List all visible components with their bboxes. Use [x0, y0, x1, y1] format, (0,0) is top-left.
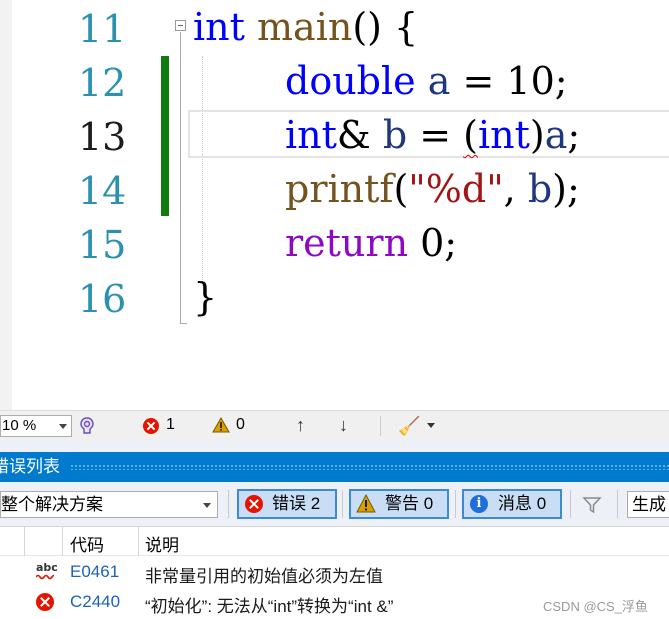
warnings-filter-button[interactable]: 警告 0	[349, 489, 449, 519]
error-squiggle[interactable]: (	[463, 113, 478, 157]
error-description: “初始化”: 无法从“int”转换为“int &”	[145, 597, 394, 616]
outline-line	[180, 32, 181, 324]
panel-title: 错误列表	[0, 457, 60, 476]
change-tracking-bar	[161, 56, 169, 216]
line-number: 15	[78, 223, 127, 267]
indent-guide	[202, 56, 203, 286]
keyword-token: double	[285, 59, 416, 103]
info-icon: i	[470, 495, 488, 513]
toolbar-separator	[570, 490, 571, 518]
errors-filter-label: 错误 2	[272, 494, 321, 513]
toolbar-separator	[380, 416, 381, 436]
error-grid-header: 代码 说明	[0, 526, 669, 556]
error-list-toolbar: 整个解决方案 错误 2 警告 0 i 消息 0 生成	[0, 482, 669, 526]
collapse-toggle-icon[interactable]	[175, 20, 186, 31]
column-header-code[interactable]: 代码	[70, 531, 104, 556]
build-source-dropdown[interactable]: 生成	[627, 491, 669, 518]
build-source-value: 生成	[632, 495, 666, 514]
outline-line-end	[180, 323, 187, 324]
code-line-13[interactable]: int& b = (int)a;	[285, 108, 580, 162]
toolbar-separator	[455, 490, 456, 518]
code-health-icon[interactable]	[78, 417, 96, 435]
code-cleanup-brush-icon[interactable]: 🧹	[398, 416, 420, 437]
line-number-current: 13	[78, 115, 127, 159]
code-text: ,	[503, 167, 528, 211]
toolbar-separator	[228, 490, 229, 518]
error-list-title-bar[interactable]: 错误列表	[0, 452, 669, 482]
column-divider[interactable]	[24, 527, 25, 556]
code-text: }	[193, 275, 218, 319]
code-text: () {	[352, 5, 419, 49]
warning-count[interactable]: 0	[236, 416, 245, 434]
control-keyword-token: return	[285, 221, 409, 265]
errors-filter-button[interactable]: 错误 2	[237, 489, 337, 519]
code-text: );	[552, 167, 580, 211]
watermark: CSDN @CS_浮鱼	[543, 599, 648, 614]
chevron-down-icon[interactable]	[427, 423, 435, 428]
panel-drag-grip[interactable]	[70, 464, 669, 470]
next-issue-button[interactable]: ↓	[339, 415, 348, 436]
error-icon	[245, 495, 263, 513]
chevron-down-icon	[203, 503, 211, 508]
filter-icon[interactable]	[582, 495, 602, 515]
editor-margin	[0, 0, 12, 410]
warning-icon[interactable]	[212, 417, 230, 433]
code-text: 0;	[408, 221, 458, 265]
code-text: =	[407, 113, 464, 157]
column-divider[interactable]	[138, 527, 139, 556]
code-text: ;	[567, 113, 581, 157]
variable-token: a	[427, 59, 451, 103]
error-code-link[interactable]: E0461	[70, 562, 119, 582]
string-token: "%d"	[408, 167, 504, 211]
function-token: printf	[285, 167, 394, 211]
error-icon[interactable]	[143, 418, 159, 434]
error-row[interactable]: abc E0461 非常量引用的初始值必须为左值	[0, 557, 669, 587]
variable-token: b	[527, 167, 553, 211]
keyword-token: int	[477, 113, 530, 157]
chevron-down-icon	[59, 424, 67, 429]
function-token: main	[257, 5, 353, 49]
warning-icon	[356, 494, 376, 513]
code-line-16[interactable]: }	[193, 270, 217, 324]
error-icon	[36, 593, 54, 611]
error-code-link[interactable]: C2440	[70, 592, 120, 612]
column-divider[interactable]	[62, 527, 63, 556]
toolbar-separator	[617, 490, 618, 518]
code-text: )	[529, 113, 545, 157]
error-count[interactable]: 1	[166, 416, 175, 434]
line-number: 16	[78, 277, 127, 321]
code-text: = 10;	[450, 59, 568, 103]
code-text: &	[336, 113, 383, 157]
code-line-11[interactable]: int main() {	[193, 0, 418, 54]
toolbar-separator	[342, 490, 343, 518]
keyword-token: int	[193, 5, 245, 49]
zoom-level-value: 10 %	[2, 417, 37, 434]
editor-status-bar: 10 % 1 0 ↑ ↓ 🧹	[0, 410, 669, 440]
messages-filter-button[interactable]: i 消息 0	[462, 489, 562, 519]
line-number: 12	[78, 61, 127, 105]
previous-issue-button[interactable]: ↑	[296, 415, 305, 436]
column-header-description[interactable]: 说明	[145, 531, 179, 556]
panel-separator	[0, 440, 669, 452]
scope-value: 整个解决方案	[1, 495, 103, 514]
variable-token: b	[382, 113, 408, 157]
code-text: (	[393, 167, 409, 211]
variable-token: a	[544, 113, 568, 157]
code-editor[interactable]: 11 12 13 14 15 16 int main() { double a …	[0, 0, 669, 410]
zoom-level-dropdown[interactable]: 10 %	[0, 415, 72, 437]
code-line-15[interactable]: return 0;	[285, 216, 457, 270]
code-line-12[interactable]: double a = 10;	[285, 54, 568, 108]
line-number: 14	[78, 169, 127, 213]
warnings-filter-label: 警告 0	[385, 494, 434, 513]
scope-dropdown[interactable]: 整个解决方案	[0, 491, 218, 518]
keyword-token: int	[285, 113, 337, 157]
messages-filter-label: 消息 0	[498, 494, 547, 513]
spelling-error-icon: abc	[36, 562, 58, 581]
line-number: 11	[78, 7, 127, 51]
error-description: 非常量引用的初始值必须为左值	[145, 567, 383, 586]
code-line-14[interactable]: printf("%d", b);	[285, 162, 580, 216]
